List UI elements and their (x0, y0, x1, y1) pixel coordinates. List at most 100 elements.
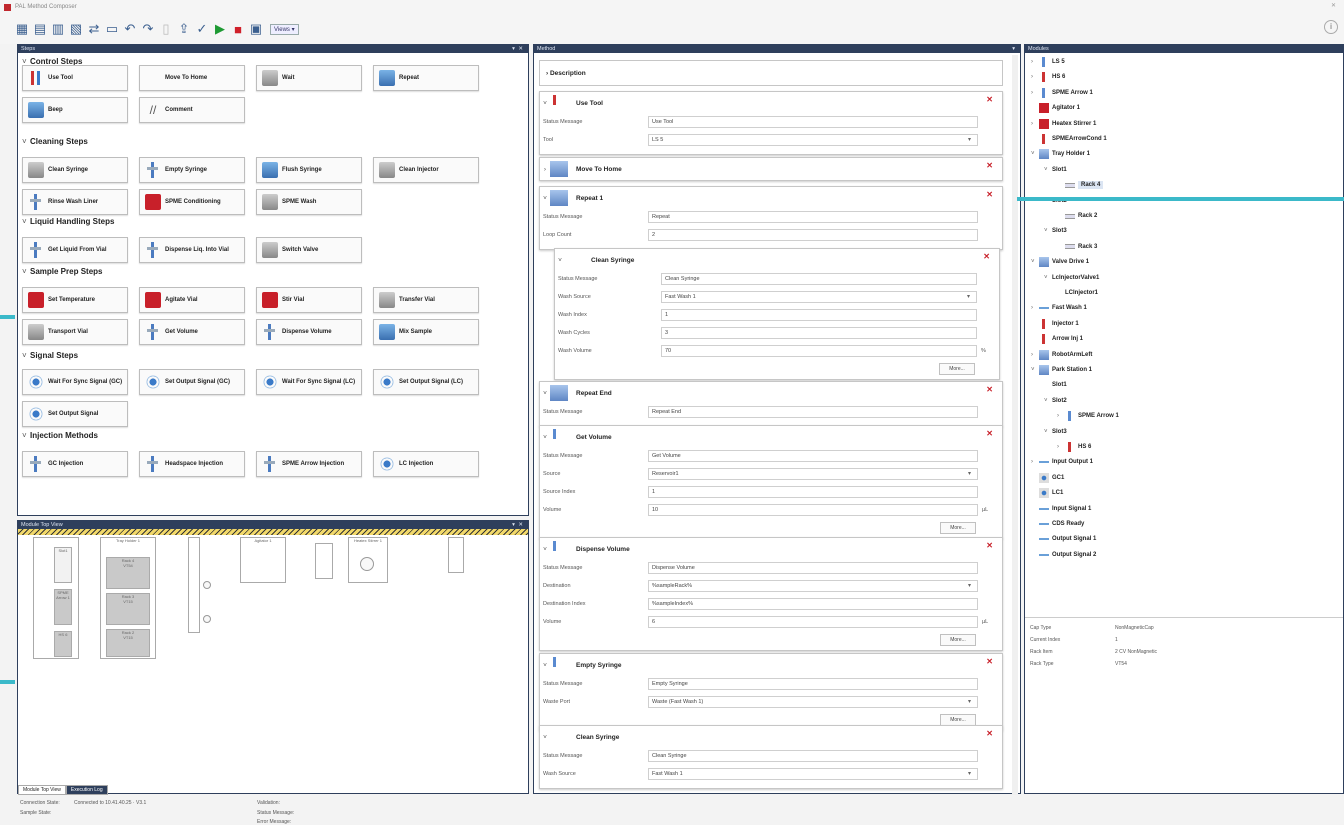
wash-port-icon[interactable] (203, 581, 211, 589)
field-value-wash-cycles[interactable]: 3 (661, 327, 977, 339)
chevron-down-icon[interactable]: ˅ (555, 257, 565, 264)
step-button-wait[interactable]: Wait (256, 65, 362, 91)
step-button-lc-injection[interactable]: LC Injection (373, 451, 479, 477)
more-button[interactable]: More... (940, 522, 976, 534)
tree-item-slot1[interactable]: ˅ Slot1 (1044, 163, 1067, 177)
field-value-destination-index[interactable]: %sampleIndex% (648, 598, 978, 610)
method-scrollbar[interactable] (1012, 55, 1018, 795)
tree-item-rack-4[interactable]: Rack 4 (1057, 178, 1104, 192)
step-card-header[interactable]: ˅ Use Tool ✕ (540, 92, 1002, 114)
step-button-set-temperature[interactable]: Set Temperature (22, 287, 128, 313)
step-card-header[interactable]: › Move To Home ✕ (540, 158, 1002, 180)
dropdown-arrow-icon[interactable]: ▾ (968, 582, 975, 589)
expand-down-icon[interactable]: ˅ (1044, 228, 1052, 234)
delete-icon[interactable]: ✕ (986, 429, 993, 438)
description-section[interactable]: › Description (539, 60, 1003, 86)
undo-icon[interactable]: ↶ (122, 21, 138, 37)
step-card-header[interactable]: ˅ Clean Syringe ✕ (555, 249, 999, 271)
tree-item-tray-holder-1[interactable]: ˅ Tray Holder 1 (1031, 147, 1090, 161)
chevron-down-icon[interactable]: ˅ (540, 100, 550, 107)
chevron-down-icon[interactable]: ˅ (540, 734, 550, 741)
field-value-source[interactable]: Reservoir1 (648, 468, 978, 480)
tree-item-output-signal-2[interactable]: Output Signal 2 (1031, 548, 1096, 562)
step-button-move-to-home[interactable]: Move To Home (139, 65, 245, 91)
hs6-box[interactable]: HS 6 (54, 631, 72, 657)
expand-down-icon[interactable]: ˅ (1044, 398, 1052, 404)
chevron-right-icon[interactable]: › (540, 166, 550, 173)
chevron-down-icon[interactable]: ˅ (540, 434, 550, 441)
tree-item-rack-3[interactable]: Rack 3 (1057, 240, 1097, 254)
step-button-stir-vial[interactable]: Stir Vial (256, 287, 362, 313)
expand-down-icon[interactable]: ˅ (1044, 167, 1052, 173)
step-card-header[interactable]: ˅ Repeat 1 ✕ (540, 187, 1002, 209)
expand-down-icon[interactable]: ˅ (1031, 259, 1039, 265)
delete-icon[interactable]: ✕ (986, 729, 993, 738)
expand-right-icon[interactable]: › (1031, 74, 1039, 80)
tree-item-rack-2[interactable]: Rack 2 (1057, 209, 1097, 223)
step-button-empty-syringe[interactable]: Empty Syringe (139, 157, 245, 183)
field-value-destination[interactable]: %sampleRack% (648, 580, 978, 592)
field-value-status-message[interactable]: Use Tool (648, 116, 978, 128)
chevron-down-icon[interactable]: ˅ (540, 390, 550, 397)
panel-controls[interactable]: ▾ (1012, 46, 1020, 52)
tree-item-hs-6[interactable]: › HS 6 (1031, 70, 1065, 84)
step-button-clean-injector[interactable]: Clean Injector (373, 157, 479, 183)
panel-controls[interactable]: ▾ ✕ (512, 522, 528, 528)
delete-icon[interactable]: ✕ (983, 252, 990, 261)
dropdown-arrow-icon[interactable]: ▾ (967, 293, 974, 300)
views-dropdown[interactable]: Views ▾ (270, 23, 299, 35)
step-button-use-tool[interactable]: Use Tool (22, 65, 128, 91)
field-value-source-index[interactable]: 1 (648, 486, 978, 498)
more-button[interactable]: More... (939, 363, 975, 375)
step-card-header[interactable]: ˅ Clean Syringe ✕ (540, 726, 1002, 748)
chevron-down-icon[interactable]: ˅ (540, 662, 550, 669)
step-button-transfer-vial[interactable]: Transfer Vial (373, 287, 479, 313)
info-icon[interactable]: i (1324, 20, 1338, 34)
paste-icon[interactable]: ▯ (158, 21, 174, 37)
tree-item-output-signal-1[interactable]: Output Signal 1 (1031, 532, 1096, 546)
field-value-status-message[interactable]: Repeat End (648, 406, 978, 418)
expand-right-icon[interactable]: › (1031, 459, 1039, 465)
step-button-wait-for-sync-signal-gc[interactable]: Wait For Sync Signal (GC) (22, 369, 128, 395)
field-value-status-message[interactable]: Get Volume (648, 450, 978, 462)
field-value-waste-port[interactable]: Waste (Fast Wash 1) (648, 696, 978, 708)
field-value-status-message[interactable]: Empty Syringe (648, 678, 978, 690)
chevron-down-icon[interactable]: ˅ (540, 546, 550, 553)
wash-port-icon[interactable] (203, 615, 211, 623)
field-value-status-message[interactable]: Repeat (648, 211, 978, 223)
tree-item-slot3[interactable]: ˅ Slot3 (1044, 224, 1067, 238)
delete-icon[interactable]: ✕ (986, 657, 993, 666)
expand-right-icon[interactable]: › (1031, 352, 1039, 358)
dropdown-arrow-icon[interactable]: ▾ (968, 770, 975, 777)
tree-item-injector-1[interactable]: Injector 1 (1031, 317, 1079, 331)
step-button-set-output-signal-gc[interactable]: Set Output Signal (GC) (139, 369, 245, 395)
wash-station-frame[interactable] (188, 537, 200, 633)
tree-item-slot3[interactable]: ˅ Slot3 (1044, 425, 1067, 439)
tree-item-input-signal-1[interactable]: Input Signal 1 (1031, 502, 1091, 516)
step-button-get-liquid-from-vial[interactable]: Get Liquid From Vial (22, 237, 128, 263)
expand-right-icon[interactable]: › (1031, 90, 1039, 96)
step-button-agitate-vial[interactable]: Agitate Vial (139, 287, 245, 313)
delete-icon[interactable]: ✕ (986, 385, 993, 394)
tree-item-slot1[interactable]: Slot1 (1044, 378, 1067, 392)
tree-item-spme-arrow-1[interactable]: › SPME Arrow 1 (1031, 86, 1093, 100)
expand-right-icon[interactable]: › (1031, 59, 1039, 65)
new-method-icon[interactable]: ▦ (14, 21, 30, 37)
open-method-icon[interactable]: ▤ (32, 21, 48, 37)
tree-item-heatex-stirrer-1[interactable]: › Heatex Stirrer 1 (1031, 117, 1096, 131)
category-liquid-handling-steps[interactable]: ˅ Liquid Handling Steps (22, 217, 114, 226)
field-value-wash-index[interactable]: 1 (661, 309, 977, 321)
dropdown-arrow-icon[interactable]: ▾ (968, 470, 975, 477)
tree-item-lcinjectorvalve1[interactable]: ˅ LcInjectorValve1 (1044, 271, 1099, 285)
redo-icon[interactable]: ↷ (140, 21, 156, 37)
tree-item-input-output-1[interactable]: › Input Output 1 (1031, 455, 1093, 469)
step-button-comment[interactable]: // Comment (139, 97, 245, 123)
step-button-wait-for-sync-signal-lc[interactable]: Wait For Sync Signal (LC) (256, 369, 362, 395)
tab-module-top-view[interactable]: Module Top View (18, 785, 66, 795)
agitator-box[interactable]: Agitator 1 (240, 537, 286, 583)
expand-right-icon[interactable]: › (1057, 444, 1065, 450)
slot1-box[interactable]: Slot1 (54, 547, 72, 583)
expand-down-icon[interactable]: ˅ (1044, 275, 1052, 281)
tree-item-slot2[interactable]: ˅ Slot2 (1044, 394, 1067, 408)
step-button-rinse-wash-liner[interactable]: Rinse Wash Liner (22, 189, 128, 215)
